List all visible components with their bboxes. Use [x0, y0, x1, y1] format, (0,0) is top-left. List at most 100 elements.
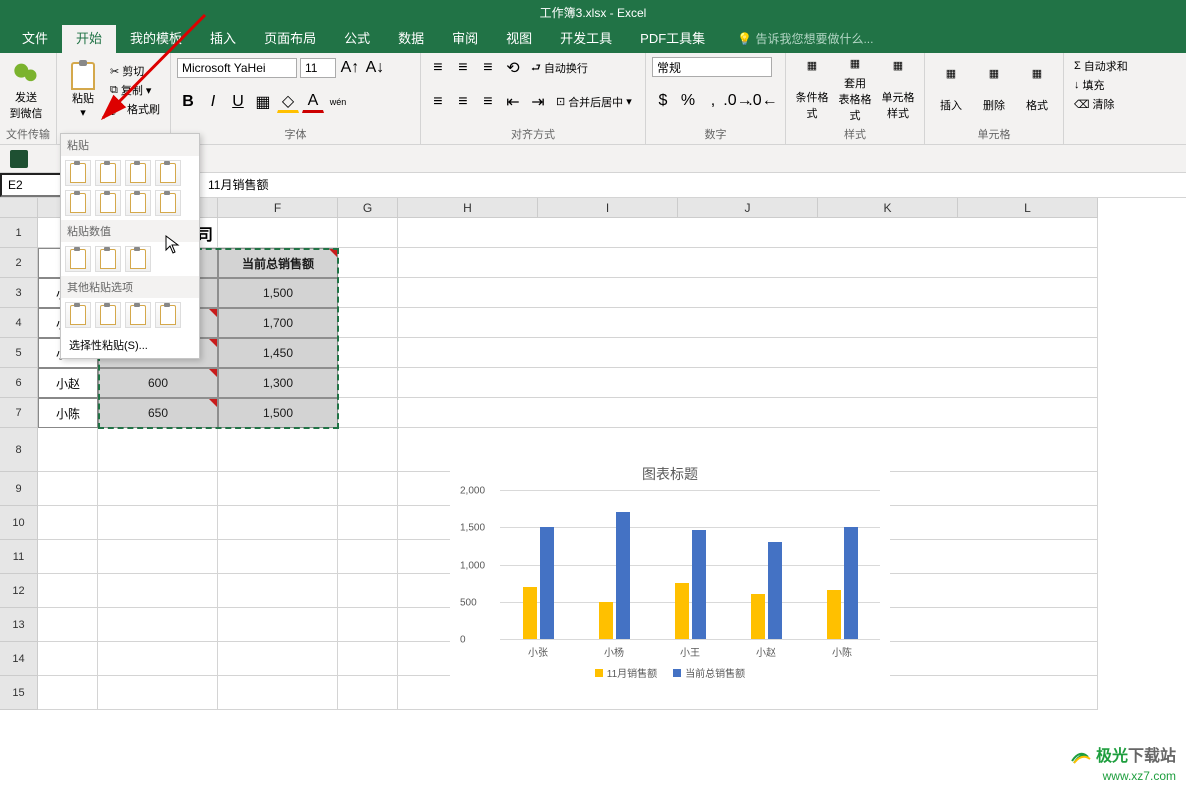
paste-values-number-fmt[interactable] [95, 246, 121, 272]
cell[interactable] [38, 472, 98, 506]
cell[interactable] [98, 506, 218, 540]
cell[interactable] [98, 472, 218, 506]
row-header[interactable]: 6 [0, 368, 38, 398]
autosum-button[interactable]: Σ自动求和 [1070, 57, 1132, 75]
orientation-button[interactable]: ⟲ [502, 57, 524, 79]
tell-me-input[interactable]: 告诉我您想要做什么... [731, 24, 879, 53]
underline-button[interactable]: U [227, 91, 249, 113]
col-header[interactable]: G [338, 198, 398, 218]
tab-layout[interactable]: 页面布局 [250, 22, 330, 53]
paste-option-all[interactable] [65, 160, 91, 186]
paste-button[interactable]: 粘贴 ▾ [63, 57, 103, 123]
cell[interactable] [98, 428, 218, 472]
cell[interactable] [38, 608, 98, 642]
cell[interactable]: 当前总销售额 [218, 248, 338, 278]
clear-button[interactable]: ⌫清除 [1070, 95, 1132, 113]
cell[interactable] [398, 248, 1098, 278]
cell[interactable] [338, 248, 398, 278]
tab-review[interactable]: 审阅 [438, 22, 492, 53]
paste-option-merged[interactable] [155, 190, 181, 216]
cell[interactable] [218, 218, 338, 248]
align-left-button[interactable]: ≡ [427, 91, 449, 113]
number-format-select[interactable] [652, 57, 772, 77]
cut-button[interactable]: ✂剪切 [106, 62, 164, 80]
cell-style-button[interactable]: ▦单元格样式 [878, 57, 918, 123]
cell[interactable] [398, 368, 1098, 398]
row-header[interactable]: 5 [0, 338, 38, 368]
tab-insert[interactable]: 插入 [196, 22, 250, 53]
align-bottom-button[interactable]: ≡ [477, 57, 499, 79]
cell[interactable] [98, 642, 218, 676]
row-header[interactable]: 13 [0, 608, 38, 642]
cell[interactable]: 1,700 [218, 308, 338, 338]
conditional-format-button[interactable]: ▦条件格式 [792, 57, 832, 123]
tab-dev[interactable]: 开发工具 [546, 22, 626, 53]
cell[interactable] [398, 338, 1098, 368]
row-header[interactable]: 3 [0, 278, 38, 308]
cell[interactable] [338, 506, 398, 540]
tab-view[interactable]: 视图 [492, 22, 546, 53]
merge-button[interactable]: ⊡合并后居中▾ [552, 93, 636, 111]
cell[interactable] [338, 278, 398, 308]
col-header[interactable]: F [218, 198, 338, 218]
row-header[interactable]: 4 [0, 308, 38, 338]
paste-picture[interactable] [125, 302, 151, 328]
indent-decrease-button[interactable]: ⇤ [502, 91, 524, 113]
paste-values-src-fmt[interactable] [125, 246, 151, 272]
row-header[interactable]: 12 [0, 574, 38, 608]
cell[interactable] [398, 218, 1098, 248]
paste-formatting[interactable] [65, 302, 91, 328]
align-right-button[interactable]: ≡ [477, 91, 499, 113]
format-painter-button[interactable]: 🖌格式刷 [106, 100, 164, 118]
tab-pdf[interactable]: PDF工具集 [626, 22, 719, 53]
italic-button[interactable]: I [202, 91, 224, 113]
cell[interactable]: 650 [98, 398, 218, 428]
paste-option-formulas-fmt[interactable] [125, 160, 151, 186]
cell[interactable]: 1,300 [218, 368, 338, 398]
cell[interactable]: 小赵 [38, 368, 98, 398]
cell[interactable]: 1,500 [218, 278, 338, 308]
row-header[interactable]: 15 [0, 676, 38, 710]
insert-cells-button[interactable]: ▦插入 [931, 57, 971, 123]
cell[interactable] [338, 676, 398, 710]
cell[interactable] [338, 574, 398, 608]
cell[interactable] [38, 676, 98, 710]
fill-button[interactable]: ↓填充 [1070, 76, 1132, 94]
cell[interactable] [338, 368, 398, 398]
cell[interactable] [218, 506, 338, 540]
copy-button[interactable]: ⧉复制▾ [106, 81, 164, 99]
font-size-select[interactable] [300, 58, 336, 78]
row-header[interactable]: 9 [0, 472, 38, 506]
paste-linked-picture[interactable] [155, 302, 181, 328]
cell[interactable] [398, 398, 1098, 428]
tab-data[interactable]: 数据 [384, 22, 438, 53]
cell[interactable] [398, 278, 1098, 308]
col-header[interactable]: I [538, 198, 678, 218]
font-color-button[interactable]: A [302, 91, 324, 113]
paste-option-formulas[interactable] [95, 160, 121, 186]
cell[interactable]: 1,450 [218, 338, 338, 368]
decrease-decimal-button[interactable]: .0← [752, 90, 774, 112]
increase-decimal-button[interactable]: .0→ [727, 90, 749, 112]
send-wechat-button[interactable]: 发送 到微信 [6, 57, 46, 123]
cell[interactable] [38, 540, 98, 574]
row-header[interactable]: 1 [0, 218, 38, 248]
cell[interactable] [38, 574, 98, 608]
save-icon[interactable] [10, 150, 28, 168]
cell[interactable]: 600 [98, 368, 218, 398]
cell[interactable] [338, 540, 398, 574]
phonetic-button[interactable]: wén [327, 91, 349, 113]
tab-file[interactable]: 文件 [8, 22, 62, 53]
cell[interactable] [218, 642, 338, 676]
cell[interactable] [218, 540, 338, 574]
cell[interactable] [398, 308, 1098, 338]
table-format-button[interactable]: ▦套用 表格格式 [835, 57, 875, 123]
indent-increase-button[interactable]: ⇥ [527, 91, 549, 113]
cell[interactable] [38, 506, 98, 540]
chart-title[interactable]: 图表标题 [450, 458, 890, 490]
cell[interactable] [98, 540, 218, 574]
fill-color-button[interactable]: ◇ [277, 91, 299, 113]
bold-button[interactable]: B [177, 91, 199, 113]
cell[interactable] [338, 608, 398, 642]
paste-option-transpose[interactable] [125, 190, 151, 216]
